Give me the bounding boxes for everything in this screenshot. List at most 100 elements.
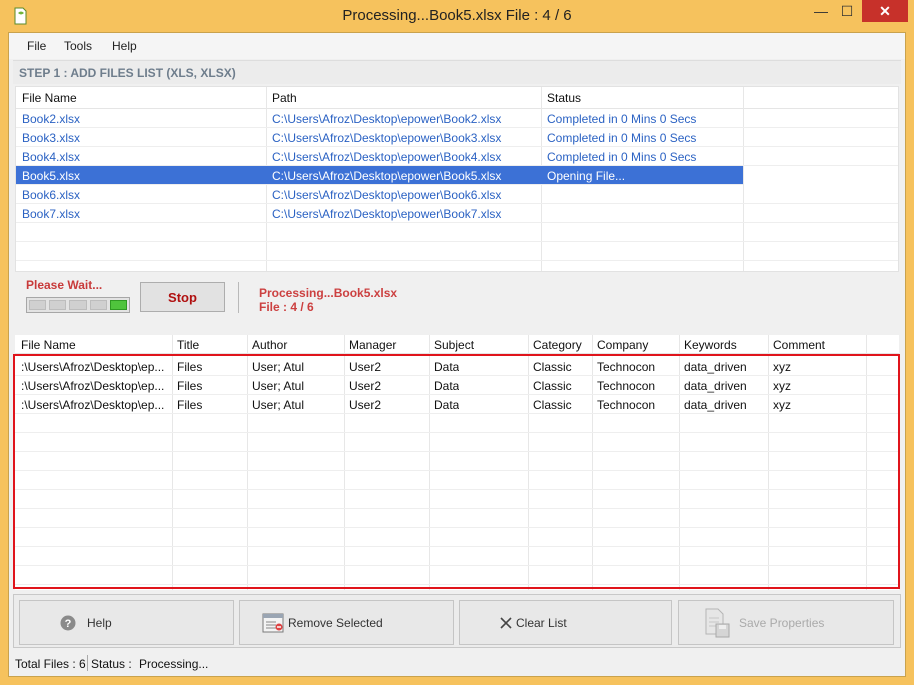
cell-subject: Data — [434, 398, 460, 412]
table-row[interactable]: Book4.xlsx C:\Users\Afroz\Desktop\epower… — [16, 147, 898, 166]
cell-file-name: :\Users\Afroz\Desktop\ep... — [21, 379, 165, 393]
col-title[interactable]: Title — [177, 338, 199, 352]
empty-row — [15, 509, 899, 528]
help-label: Help — [87, 616, 112, 630]
empty-row — [15, 490, 899, 509]
main-window: File Tools Help STEP 1 : ADD FILES LIST … — [8, 32, 906, 677]
x-icon — [500, 617, 512, 629]
table-row[interactable]: Book2.xlsx C:\Users\Afroz\Desktop\epower… — [16, 109, 898, 128]
files-table: File Name Path Status Book2.xlsx C:\User… — [15, 86, 899, 272]
empty-row — [15, 452, 899, 471]
save-properties-label: Save Properties — [739, 616, 825, 630]
remove-selected-button[interactable]: Remove Selected — [239, 600, 454, 645]
cell-file-name: Book2.xlsx — [22, 112, 81, 126]
table-row-selected[interactable]: Book5.xlsx C:\Users\Afroz\Desktop\epower… — [16, 166, 743, 185]
cell-status: Completed in 0 Mins 0 Secs — [547, 150, 697, 164]
col-file-name[interactable]: File Name — [21, 338, 76, 352]
menu-bar: File Tools Help — [9, 33, 905, 59]
table-row[interactable]: Book7.xlsx C:\Users\Afroz\Desktop\epower… — [16, 204, 898, 223]
cell-keywords: data_driven — [684, 398, 747, 412]
status-divider — [87, 655, 88, 671]
col-subject[interactable]: Subject — [434, 338, 474, 352]
table-row[interactable]: Book6.xlsx C:\Users\Afroz\Desktop\epower… — [16, 185, 898, 204]
table-row[interactable]: :\Users\Afroz\Desktop\ep... Files User; … — [15, 395, 899, 414]
progress-segment — [109, 300, 128, 310]
cell-file-name: Book5.xlsx — [22, 169, 81, 183]
cell-file-name: Book7.xlsx — [22, 207, 81, 221]
cell-file-name: :\Users\Afroz\Desktop\ep... — [21, 360, 165, 374]
status-value: Processing... — [139, 657, 209, 671]
menu-tools[interactable]: Tools — [64, 39, 92, 53]
cell-category: Classic — [533, 360, 572, 374]
close-button[interactable]: ✕ — [862, 0, 908, 22]
cell-author: User; Atul — [252, 379, 305, 393]
empty-row — [15, 433, 899, 452]
col-author[interactable]: Author — [252, 338, 287, 352]
cell-status: Completed in 0 Mins 0 Secs — [547, 112, 697, 126]
please-wait-label: Please Wait... — [26, 278, 103, 292]
cell-comment: xyz — [773, 379, 791, 393]
col-category[interactable]: Category — [533, 338, 582, 352]
col-keywords[interactable]: Keywords — [684, 338, 737, 352]
cell-path: C:\Users\Afroz\Desktop\epower\Book4.xlsx — [272, 150, 502, 164]
menu-help[interactable]: Help — [112, 39, 137, 53]
stop-button[interactable]: Stop — [140, 282, 225, 312]
cell-manager: User2 — [349, 360, 382, 374]
col-path[interactable]: Path — [272, 91, 297, 105]
clear-list-label: Clear List — [516, 616, 567, 630]
title-bar: Processing...Book5.xlsx File : 4 / 6 — ☐… — [0, 0, 914, 32]
empty-row — [15, 547, 899, 566]
remove-selected-label: Remove Selected — [288, 616, 383, 630]
table-row[interactable]: :\Users\Afroz\Desktop\ep... Files User; … — [15, 357, 899, 376]
col-comment[interactable]: Comment — [773, 338, 825, 352]
progress-segment — [29, 300, 47, 310]
help-button[interactable]: ? Help — [19, 600, 234, 645]
clear-list-button[interactable]: Clear List — [459, 600, 672, 645]
menu-file[interactable]: File — [27, 39, 46, 53]
cell-status: Completed in 0 Mins 0 Secs — [547, 131, 697, 145]
cell-company: Technocon — [597, 360, 656, 374]
table-row[interactable]: :\Users\Afroz\Desktop\ep... Files User; … — [15, 376, 899, 395]
separator — [238, 282, 239, 313]
cell-path: C:\Users\Afroz\Desktop\epower\Book2.xlsx — [272, 112, 502, 126]
cell-company: Technocon — [597, 398, 656, 412]
step1-label: STEP 1 : ADD FILES LIST (XLS, XLSX) — [19, 66, 236, 80]
empty-row — [16, 242, 898, 261]
col-status[interactable]: Status — [547, 91, 581, 105]
save-document-icon — [705, 608, 730, 638]
save-properties-button[interactable]: Save Properties — [678, 600, 894, 645]
col-manager[interactable]: Manager — [349, 338, 396, 352]
cell-subject: Data — [434, 379, 460, 393]
cell-keywords: data_driven — [684, 379, 747, 393]
list-remove-icon — [262, 613, 284, 633]
cell-file-name: Book6.xlsx — [22, 188, 81, 202]
progress-bar — [26, 297, 130, 313]
files-table-header: File Name Path Status — [16, 87, 898, 109]
cell-status: Opening File... — [547, 169, 626, 183]
minimize-button[interactable]: — — [808, 0, 834, 22]
cell-author: User; Atul — [252, 360, 305, 374]
empty-row — [15, 528, 899, 547]
cell-path: C:\Users\Afroz\Desktop\epower\Book7.xlsx — [272, 207, 502, 221]
cell-title: Files — [177, 379, 203, 393]
cell-category: Classic — [533, 398, 572, 412]
question-circle-icon: ? — [60, 615, 76, 631]
cell-file-name: :\Users\Afroz\Desktop\ep... — [21, 398, 165, 412]
svg-text:?: ? — [65, 618, 72, 630]
progress-segment — [49, 300, 67, 310]
status-label: Status : — [91, 657, 132, 671]
maximize-button[interactable]: ☐ — [834, 0, 860, 22]
cell-keywords: data_driven — [684, 360, 747, 374]
table-row[interactable]: Book3.xlsx C:\Users\Afroz\Desktop\epower… — [16, 128, 898, 147]
col-file-name[interactable]: File Name — [22, 91, 77, 105]
cell-subject: Data — [434, 360, 460, 374]
cell-company: Technocon — [597, 379, 656, 393]
progress-segment — [89, 300, 107, 310]
col-company[interactable]: Company — [597, 338, 648, 352]
cell-comment: xyz — [773, 360, 791, 374]
empty-row — [15, 414, 899, 433]
action-buttons: ? Help Remove Selected Clear List Save P… — [13, 594, 901, 648]
processing-file-text: Processing...Book5.xlsx — [259, 286, 398, 300]
empty-row — [16, 223, 898, 242]
file-count-text: File : 4 / 6 — [259, 300, 314, 314]
